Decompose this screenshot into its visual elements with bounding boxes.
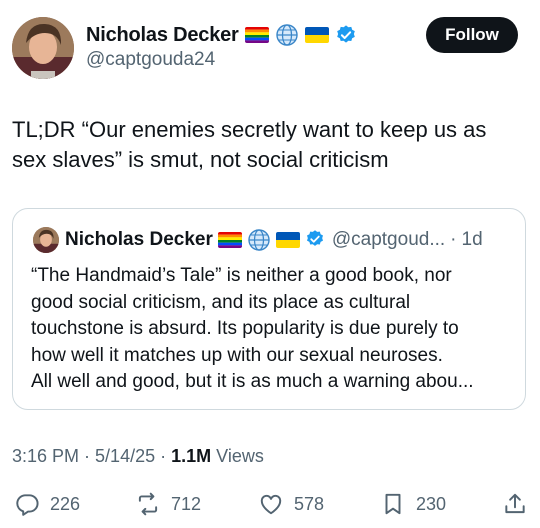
verified-badge-icon bbox=[305, 229, 327, 251]
quoted-text: “The Handmaid’s Tale” is neither a good … bbox=[31, 265, 474, 392]
quoted-time: 1d bbox=[461, 229, 483, 250]
quoted-header: Nicholas Decker @captgoud... · 1d bbox=[65, 226, 483, 254]
views-label: Views bbox=[216, 446, 264, 466]
ukraine-flag-icon bbox=[275, 232, 300, 248]
reply-count: 226 bbox=[50, 493, 81, 514]
author-name-row: Nicholas Decker bbox=[86, 20, 357, 50]
tweet-meta: 3:16 PM · 5/14/25 · 1.1M Views bbox=[12, 446, 264, 467]
quoted-tweet-card[interactable]: Nicholas Decker @captgoud... · 1d “The H… bbox=[12, 208, 526, 410]
rainbow-flag-icon bbox=[217, 232, 242, 248]
ukraine-flag-icon bbox=[304, 27, 329, 43]
like-button[interactable]: 578 bbox=[258, 487, 324, 521]
tweet-date[interactable]: 5/14/25 bbox=[95, 446, 155, 467]
rainbow-flag-icon bbox=[244, 27, 269, 43]
avatar[interactable] bbox=[12, 17, 74, 79]
author-handle[interactable]: @captgouda24 bbox=[86, 49, 215, 71]
avatar-image bbox=[12, 17, 74, 79]
repost-icon bbox=[138, 492, 158, 516]
bookmark-icon bbox=[385, 493, 401, 515]
views-count: 1.1M bbox=[171, 446, 212, 466]
quoted-separator: · bbox=[450, 229, 457, 250]
reply-icon bbox=[16, 494, 39, 516]
quoted-avatar bbox=[33, 227, 59, 253]
globe-icon bbox=[275, 23, 299, 47]
share-button[interactable] bbox=[502, 487, 528, 521]
meta-separator: · bbox=[160, 446, 167, 466]
follow-button[interactable]: Follow bbox=[426, 17, 518, 53]
share-icon bbox=[505, 493, 525, 514]
like-count: 578 bbox=[294, 493, 325, 514]
repost-button[interactable]: 712 bbox=[135, 487, 201, 521]
globe-icon bbox=[247, 228, 271, 252]
action-bar: 226 712 578 230 bbox=[0, 487, 540, 521]
bookmark-count: 230 bbox=[416, 493, 447, 514]
tweet-time[interactable]: 3:16 PM bbox=[12, 446, 79, 467]
author-display-name[interactable]: Nicholas Decker bbox=[86, 24, 239, 47]
bookmark-button[interactable]: 230 bbox=[380, 487, 446, 521]
meta-separator: · bbox=[84, 446, 91, 466]
quoted-handle: @captgoud... bbox=[331, 229, 446, 250]
verified-badge-icon bbox=[335, 24, 357, 46]
quoted-display-name: Nicholas Decker bbox=[65, 229, 213, 250]
reply-button[interactable]: 226 bbox=[14, 487, 80, 521]
heart-icon bbox=[260, 494, 282, 515]
tweet-text: TL;DR “Our enemies secretly want to keep… bbox=[12, 117, 487, 172]
repost-count: 712 bbox=[171, 493, 202, 514]
